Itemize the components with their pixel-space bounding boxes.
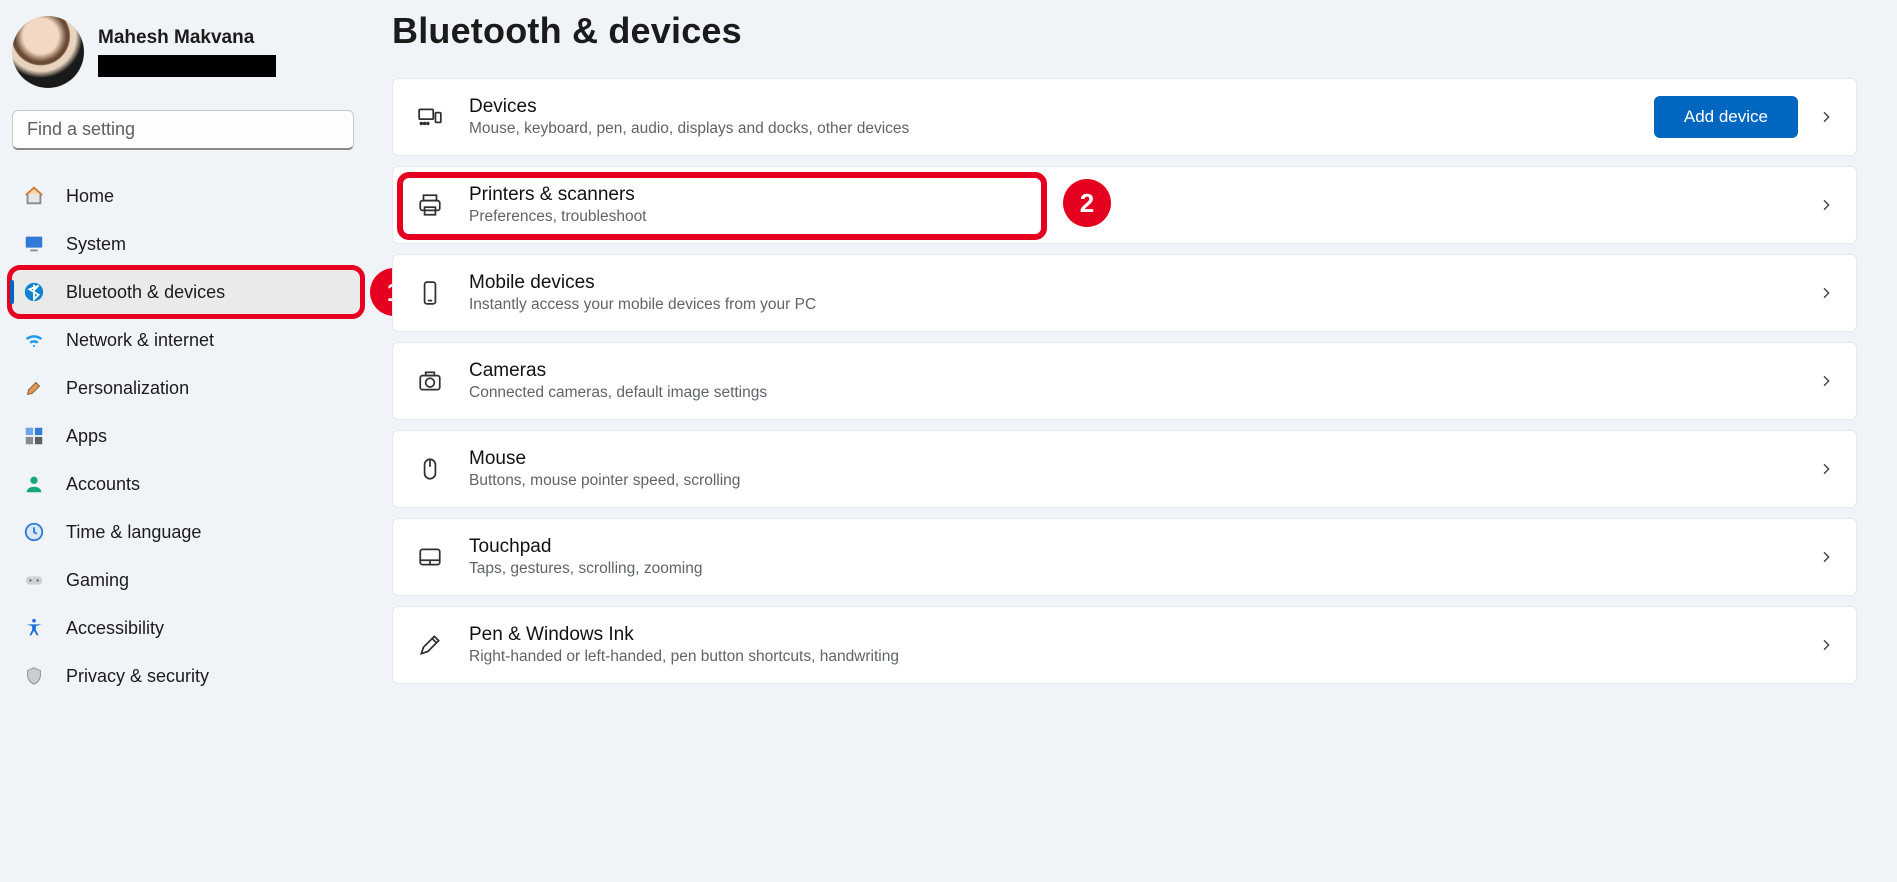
card-subtitle: Instantly access your mobile devices fro… [469, 296, 1818, 314]
sidebar-item-apps[interactable]: Apps [10, 412, 362, 460]
sidebar-item-system[interactable]: System [10, 220, 362, 268]
profile-email-redacted [98, 55, 276, 77]
chevron-right-icon [1818, 637, 1834, 653]
chevron-right-icon [1818, 285, 1834, 301]
chevron-right-icon [1818, 109, 1834, 125]
gamepad-icon [22, 568, 46, 592]
main-content: Bluetooth & devices Devices Mouse, keybo… [370, 0, 1897, 882]
card-mobile-devices[interactable]: Mobile devices Instantly access your mob… [392, 254, 1857, 332]
mouse-icon [415, 454, 445, 484]
avatar [12, 16, 84, 88]
sidebar-item-privacy[interactable]: Privacy & security [10, 652, 362, 700]
home-icon [22, 184, 46, 208]
sidebar-item-gaming[interactable]: Gaming [10, 556, 362, 604]
sidebar-item-label: Gaming [66, 570, 129, 591]
card-devices[interactable]: Devices Mouse, keyboard, pen, audio, dis… [392, 78, 1857, 156]
profile-block[interactable]: Mahesh Makvana [10, 10, 362, 106]
sidebar-item-label: Personalization [66, 378, 189, 399]
sidebar-item-label: Home [66, 186, 114, 207]
card-title: Mouse [469, 448, 1818, 470]
sidebar-item-accounts[interactable]: Accounts [10, 460, 362, 508]
chevron-right-icon [1818, 373, 1834, 389]
sidebar-item-network[interactable]: Network & internet [10, 316, 362, 364]
brush-icon [22, 376, 46, 400]
touchpad-icon [415, 542, 445, 572]
accessibility-icon [22, 616, 46, 640]
card-title: Cameras [469, 360, 1818, 382]
sidebar-item-label: Time & language [66, 522, 201, 543]
card-title: Printers & scanners [469, 184, 1818, 206]
card-subtitle: Mouse, keyboard, pen, audio, displays an… [469, 120, 1654, 138]
sidebar-item-home[interactable]: Home [10, 172, 362, 220]
annotation-badge-2: 2 [1063, 179, 1111, 227]
search-box[interactable] [12, 110, 354, 150]
sidebar-item-label: Privacy & security [66, 666, 209, 687]
apps-icon [22, 424, 46, 448]
card-touchpad[interactable]: Touchpad Taps, gestures, scrolling, zoom… [392, 518, 1857, 596]
search-input[interactable] [27, 119, 343, 140]
card-title: Pen & Windows Ink [469, 624, 1818, 646]
profile-name: Mahesh Makvana [98, 27, 276, 49]
card-mouse[interactable]: Mouse Buttons, mouse pointer speed, scro… [392, 430, 1857, 508]
sidebar-item-label: Network & internet [66, 330, 214, 351]
card-subtitle: Right-handed or left-handed, pen button … [469, 648, 1818, 666]
printer-icon [415, 190, 445, 220]
card-title: Devices [469, 96, 1654, 118]
sidebar-item-label: Bluetooth & devices [66, 282, 225, 303]
system-icon [22, 232, 46, 256]
card-title: Mobile devices [469, 272, 1818, 294]
pen-icon [415, 630, 445, 660]
camera-icon [415, 366, 445, 396]
shield-icon [22, 664, 46, 688]
sidebar-item-accessibility[interactable]: Accessibility [10, 604, 362, 652]
sidebar-item-personalization[interactable]: Personalization [10, 364, 362, 412]
page-title: Bluetooth & devices [392, 10, 1857, 52]
card-printers-scanners[interactable]: 2 Printers & scanners Preferences, troub… [392, 166, 1857, 244]
sidebar-nav: Home System Bluetooth & devices 1 Networ… [10, 172, 362, 700]
card-cameras[interactable]: Cameras Connected cameras, default image… [392, 342, 1857, 420]
chevron-right-icon [1818, 197, 1834, 213]
sidebar-item-bluetooth-devices[interactable]: Bluetooth & devices 1 [10, 268, 362, 316]
devices-icon [415, 102, 445, 132]
clock-globe-icon [22, 520, 46, 544]
card-subtitle: Buttons, mouse pointer speed, scrolling [469, 472, 1818, 490]
card-subtitle: Taps, gestures, scrolling, zooming [469, 560, 1818, 578]
sidebar-item-time-language[interactable]: Time & language [10, 508, 362, 556]
sidebar-item-label: Accessibility [66, 618, 164, 639]
sidebar-item-label: Accounts [66, 474, 140, 495]
add-device-button[interactable]: Add device [1654, 96, 1798, 138]
card-title: Touchpad [469, 536, 1818, 558]
sidebar: Mahesh Makvana Home System Bluetooth & d… [0, 0, 370, 882]
card-pen-ink[interactable]: Pen & Windows Ink Right-handed or left-h… [392, 606, 1857, 684]
wifi-icon [22, 328, 46, 352]
bluetooth-icon [22, 280, 46, 304]
chevron-right-icon [1818, 461, 1834, 477]
person-icon [22, 472, 46, 496]
card-subtitle: Preferences, troubleshoot [469, 208, 1818, 226]
sidebar-item-label: System [66, 234, 126, 255]
phone-icon [415, 278, 445, 308]
chevron-right-icon [1818, 549, 1834, 565]
card-subtitle: Connected cameras, default image setting… [469, 384, 1818, 402]
sidebar-item-label: Apps [66, 426, 107, 447]
